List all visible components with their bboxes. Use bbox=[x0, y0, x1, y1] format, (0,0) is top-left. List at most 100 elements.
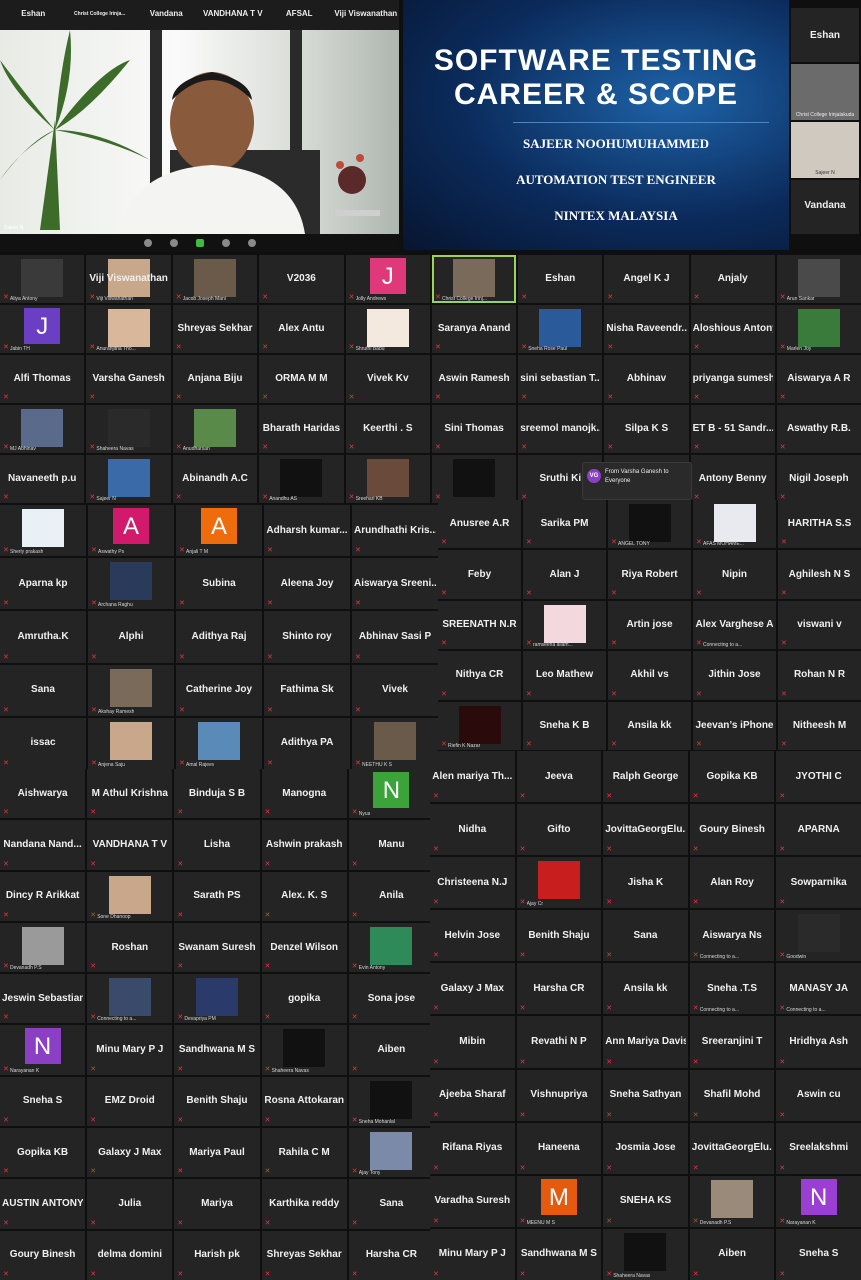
participant-tile[interactable]: Manu ✕ bbox=[348, 820, 434, 870]
participant-tile[interactable]: Ashwin prakash ✕ bbox=[261, 820, 347, 870]
participant-tile[interactable]: Sneha Sathyan ✕ bbox=[603, 1069, 688, 1121]
participant-tile[interactable]: Gopika KB ✕ bbox=[689, 751, 775, 803]
participant-tile[interactable]: Aiswarya Ns ✕ Connecting to a... bbox=[689, 910, 775, 962]
participant-tile[interactable]: Binduja S B ✕ bbox=[174, 769, 260, 819]
record-icon[interactable] bbox=[221, 239, 230, 247]
participant-tile[interactable]: gopika ✕ bbox=[261, 974, 347, 1024]
participant-tile[interactable]: ✕ Sneha Rose Paul bbox=[518, 305, 603, 353]
participant-tile[interactable]: HARITHA S.S ✕ bbox=[778, 500, 861, 549]
participant-tile[interactable]: Aghilesh N S ✕ bbox=[778, 550, 861, 599]
participant-tile[interactable]: Antony Benny ✕ bbox=[690, 455, 775, 503]
participant-tile[interactable]: Sneha S ✕ bbox=[0, 1076, 86, 1127]
participant-tile[interactable]: ✕ Shaheera Navas bbox=[603, 1228, 688, 1280]
participant-tile[interactable]: Shafil Mohd ✕ bbox=[689, 1069, 775, 1121]
participant-tile[interactable]: ✕ Archana Raghu bbox=[88, 558, 174, 610]
participant-tile[interactable]: Varadha Suresh ✕ bbox=[430, 1175, 515, 1227]
participant-tile[interactable]: ✕ Sajeer N bbox=[86, 455, 171, 503]
participant-tile[interactable]: Ann Mariya Davis ✕ bbox=[603, 1016, 688, 1068]
participant-tile[interactable]: Adithya Raj ✕ bbox=[176, 611, 262, 663]
participant-tile[interactable]: sini sebastian T... ✕ bbox=[518, 355, 603, 403]
participant-tile[interactable]: V2036 ✕ bbox=[259, 255, 344, 303]
participant-tile[interactable]: Ajeeba Sharaf ✕ bbox=[430, 1069, 515, 1121]
participant-tile[interactable]: Aiben ✕ bbox=[689, 1228, 775, 1280]
participant-tile[interactable]: N ✕ Nyua bbox=[348, 769, 434, 819]
participant-tile[interactable]: Aleena Joy ✕ bbox=[264, 558, 350, 610]
participant-tile[interactable]: Abhinav Sasi P ✕ bbox=[352, 611, 438, 663]
participant-tile[interactable]: Angel K J ✕ bbox=[604, 255, 689, 303]
participant-tile[interactable]: Aswin cu ✕ bbox=[776, 1069, 861, 1121]
participant-tile[interactable]: Haneena ✕ bbox=[516, 1122, 602, 1174]
participant-tile[interactable]: Jisha K ✕ bbox=[603, 857, 688, 909]
participant-tile[interactable]: Abinandh A.C ✕ bbox=[172, 455, 258, 503]
participant-tile[interactable]: ✕ Devanadh P.S bbox=[689, 1175, 775, 1227]
participant-tile[interactable]: J ✕ Jolly Andrews bbox=[345, 255, 430, 303]
participant-tile[interactable]: ✕ Anuranjitha Tho... bbox=[86, 305, 171, 353]
participant-tile[interactable]: Alex Varghese A ✕ Connecting to a... bbox=[693, 600, 776, 650]
participant-tile[interactable]: Aishwarya ✕ bbox=[0, 769, 86, 819]
participant-tile[interactable]: ✕ AFAS MOHAME... bbox=[693, 500, 776, 549]
participant-tile[interactable]: ✕ Anandhu AS bbox=[259, 455, 344, 503]
participant-tile[interactable]: N ✕ Narayanan K bbox=[776, 1175, 861, 1227]
participant-tile[interactable]: A ✕ Aswathy Ps bbox=[88, 505, 174, 557]
participant-tile[interactable]: Mibin ✕ bbox=[430, 1016, 515, 1068]
participant-tile[interactable]: Adithya PA ✕ bbox=[264, 717, 350, 769]
participant-tile[interactable]: Sandhwana M S ✕ bbox=[516, 1228, 602, 1280]
chat-notification[interactable]: VG From Varsha Ganesh to Everyone bbox=[582, 462, 692, 500]
participant-tile[interactable]: Aswathy R.B. ✕ bbox=[776, 405, 861, 453]
participant-tile[interactable]: ✕ Connecting to a... bbox=[87, 974, 173, 1024]
participant-tile[interactable]: Adharsh kumar... ✕ bbox=[264, 505, 350, 557]
participant-tile[interactable]: ✕ Shaheera Navas bbox=[261, 1025, 347, 1075]
participant-tile[interactable]: Aiswarya Sreeni... ✕ bbox=[352, 558, 438, 610]
participant-tile[interactable]: Julia ✕ bbox=[87, 1179, 173, 1229]
participant-tile[interactable]: Ansila kk ✕ bbox=[603, 963, 688, 1015]
participant-tile[interactable]: Christeena N.J ✕ bbox=[430, 857, 515, 909]
participant-tile[interactable]: Keerthi . S ✕ bbox=[345, 405, 430, 453]
participants-icon[interactable] bbox=[143, 239, 152, 247]
mini-tile[interactable]: Sajeer N bbox=[791, 122, 859, 178]
mini-tile[interactable]: Christ College Irinjalakuda bbox=[791, 64, 859, 120]
chat-icon[interactable] bbox=[169, 239, 178, 247]
participant-tile[interactable]: Abhinav ✕ bbox=[604, 355, 689, 403]
participant-tile[interactable]: Harsha CR ✕ bbox=[348, 1230, 434, 1280]
share-screen-icon[interactable] bbox=[195, 239, 204, 247]
participant-tile[interactable]: Sana ✕ bbox=[348, 1179, 434, 1229]
participant-tile[interactable]: Sowparnika ✕ bbox=[776, 857, 861, 909]
participant-tile[interactable]: ✕ Christ College Irinj... bbox=[432, 255, 517, 303]
participant-tile[interactable]: Alex Antu ✕ bbox=[259, 305, 344, 353]
participant-tile[interactable]: Aiswarya A R ✕ bbox=[776, 355, 861, 403]
participant-tile[interactable]: ✕ Shruthi Babu bbox=[345, 305, 430, 353]
participant-tile[interactable]: Rohan N R ✕ bbox=[778, 651, 861, 700]
participant-tile[interactable]: Harish pk ✕ bbox=[174, 1230, 260, 1280]
participant-tile[interactable]: MANASY JA ✕ Connecting to a... bbox=[776, 963, 861, 1015]
participant-tile[interactable]: ✕ Amal Rajeev bbox=[176, 717, 262, 769]
participant-tile[interactable]: Nandana Nand... ✕ bbox=[0, 820, 86, 870]
participant-tile[interactable]: Karthika reddy ✕ bbox=[261, 1179, 347, 1229]
participant-tile[interactable]: Goury Binesh ✕ bbox=[0, 1230, 86, 1280]
participant-tile[interactable]: ✕ Anudharsan bbox=[172, 405, 258, 453]
participant-tile[interactable]: ✕ Sherly prakash bbox=[0, 505, 86, 557]
participant-tile[interactable]: Swanam Suresh ✕ bbox=[174, 922, 260, 973]
participant-tile[interactable]: Sana ✕ bbox=[0, 664, 86, 716]
participant-tile[interactable]: Riya Robert ✕ bbox=[608, 550, 691, 599]
participant-tile[interactable]: Revathi N P ✕ bbox=[516, 1016, 602, 1068]
participant-tile[interactable]: Nithya CR ✕ bbox=[438, 651, 521, 700]
participant-tile[interactable]: Anjana Biju ✕ bbox=[172, 355, 258, 403]
participant-tile[interactable]: Shreyas Sekhar ✕ bbox=[261, 1230, 347, 1280]
participant-tile[interactable]: SNEHA KS ✕ bbox=[603, 1175, 688, 1227]
participant-tile[interactable]: Jeeva ✕ bbox=[516, 751, 602, 803]
participant-tile[interactable]: Rifana Riyas ✕ bbox=[430, 1122, 515, 1174]
participant-tile[interactable]: Gopika KB ✕ bbox=[0, 1128, 86, 1178]
participant-tile[interactable]: Bharath Haridas ✕ bbox=[259, 405, 344, 453]
participant-tile[interactable]: ✕ Sone Dhanoop bbox=[87, 871, 173, 921]
participant-tile[interactable]: ✕ ANGEL TONY bbox=[608, 500, 691, 549]
participant-tile[interactable]: Sona jose ✕ bbox=[348, 974, 434, 1024]
participant-tile[interactable]: Aiben ✕ bbox=[348, 1025, 434, 1075]
participant-tile[interactable]: viswani v ✕ bbox=[778, 600, 861, 650]
participant-tile[interactable]: Lisha ✕ bbox=[174, 820, 260, 870]
participant-tile[interactable]: Benith Shaju ✕ bbox=[174, 1076, 260, 1127]
participant-tile[interactable]: Alfi Thomas ✕ bbox=[0, 355, 85, 403]
participant-tile[interactable]: Anusree A.R ✕ bbox=[438, 500, 521, 549]
participant-tile[interactable]: Helvin Jose ✕ bbox=[430, 910, 515, 962]
participant-tile[interactable]: Arundhathi Kris... ✕ bbox=[352, 505, 438, 557]
participant-tile[interactable]: Shreyas Sekhar ✕ bbox=[172, 305, 258, 353]
